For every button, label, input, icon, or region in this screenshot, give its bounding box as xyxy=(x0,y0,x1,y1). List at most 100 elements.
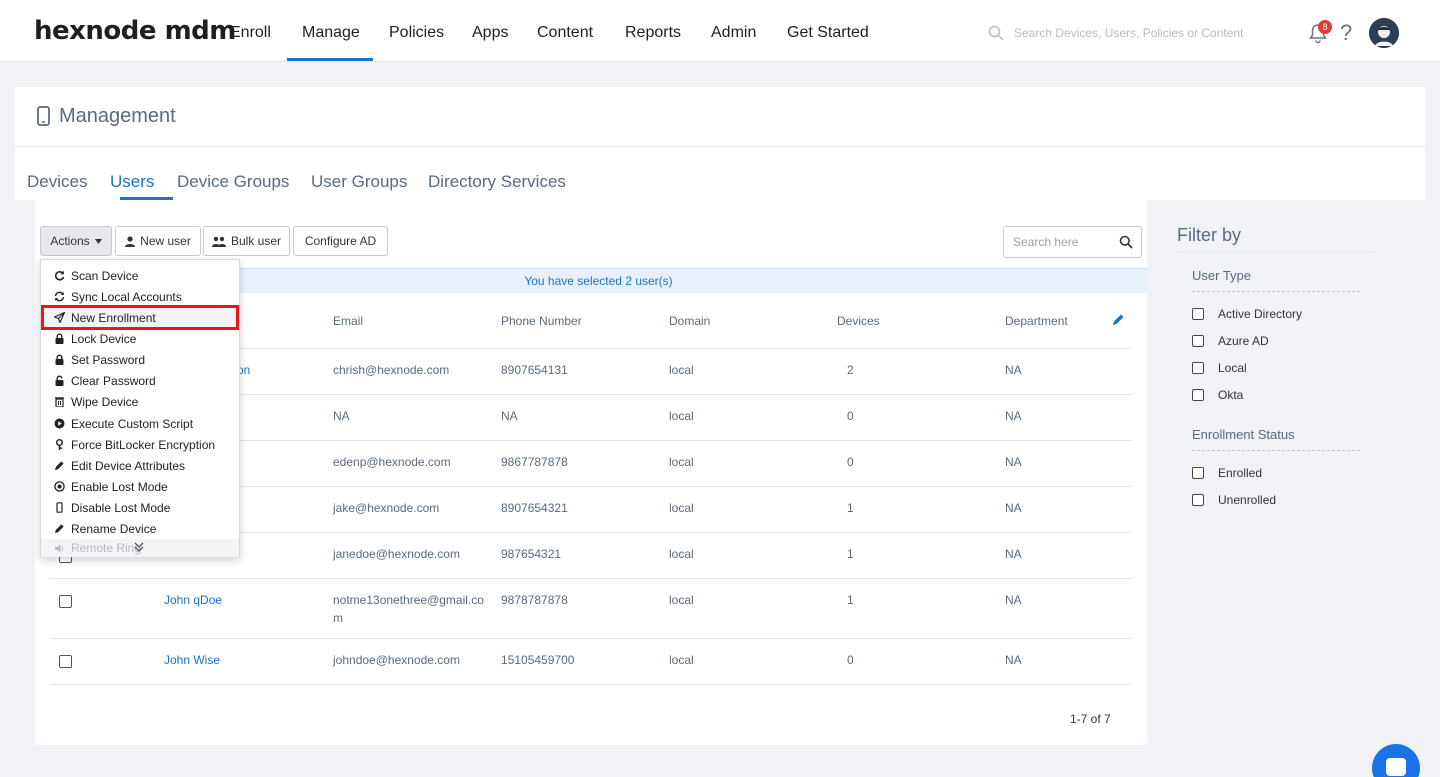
page-title: Management xyxy=(59,105,176,127)
row-checkbox[interactable] xyxy=(59,655,72,668)
filter-option-active-directory[interactable]: Active Directory xyxy=(1192,307,1302,321)
filter-option-label: Active Directory xyxy=(1218,307,1303,321)
nav-admin[interactable]: Admin xyxy=(711,24,756,42)
tab-user-groups[interactable]: User Groups xyxy=(311,172,407,192)
phone-cell: 15105459700 xyxy=(501,653,575,667)
users-icon xyxy=(211,236,226,247)
domain-cell: local xyxy=(669,363,694,377)
devices-cell[interactable]: 1 xyxy=(847,499,854,517)
devices-cell[interactable]: 0 xyxy=(847,651,854,669)
column-header-domain[interactable]: Domain xyxy=(669,314,710,328)
avatar[interactable] xyxy=(1369,18,1399,48)
filter-option-unenrolled[interactable]: Unenrolled xyxy=(1192,493,1276,507)
domain-cell: local xyxy=(669,409,694,423)
pencil-icon[interactable] xyxy=(1111,313,1125,327)
menu-item-label: Clear Password xyxy=(71,373,156,388)
tab-users[interactable]: Users xyxy=(110,172,154,192)
tab-device-groups[interactable]: Device Groups xyxy=(177,172,289,192)
menu-item-lock-device[interactable]: Lock Device xyxy=(41,328,239,349)
email-cell: notme13onethree@gmail.com xyxy=(333,593,484,625)
caret-down-icon xyxy=(94,238,102,244)
user-name-link[interactable]: John Wise xyxy=(164,651,220,669)
email-cell: jake@hexnode.com xyxy=(333,501,440,515)
devices-cell[interactable]: 1 xyxy=(847,545,854,563)
menu-item-label: Force BitLocker Encryption xyxy=(71,437,216,452)
filter-checkbox[interactable] xyxy=(1192,389,1204,401)
trash-icon xyxy=(55,397,64,407)
filter-checkbox[interactable] xyxy=(1192,467,1204,479)
devices-cell[interactable]: 1 xyxy=(847,591,854,609)
nav-active-indicator xyxy=(287,58,373,61)
phone-cell: 8907654321 xyxy=(501,501,568,515)
configure-ad-button[interactable]: Configure AD xyxy=(293,226,388,256)
mobile-icon xyxy=(37,106,50,126)
tab-directory-services[interactable]: Directory Services xyxy=(428,172,566,192)
menu-item-execute-custom-script[interactable]: Execute Custom Script xyxy=(41,413,239,434)
play-icon xyxy=(54,418,65,429)
menu-item-edit-device-attributes[interactable]: Edit Device Attributes xyxy=(41,455,239,476)
filter-user-type-heading: User Type xyxy=(1192,268,1252,283)
menu-item-label: Wipe Device xyxy=(71,394,139,409)
menu-item-set-password[interactable]: Set Password xyxy=(41,349,239,370)
tab-devices[interactable]: Devices xyxy=(27,172,87,192)
phone-cell: 9867787878 xyxy=(501,455,568,469)
column-header-devices[interactable]: Devices xyxy=(837,314,880,328)
devices-cell[interactable]: 0 xyxy=(847,453,854,471)
row-divider xyxy=(50,684,1132,685)
filter-checkbox[interactable] xyxy=(1192,308,1204,320)
filter-dash-divider xyxy=(1192,450,1360,451)
nav-policies[interactable]: Policies xyxy=(389,24,444,42)
bulk-user-button[interactable]: Bulk user xyxy=(203,226,290,256)
row-checkbox[interactable] xyxy=(59,595,72,608)
column-header-phone[interactable]: Phone Number xyxy=(501,314,582,328)
global-search-input[interactable]: Search Devices, Users, Policies or Conte… xyxy=(1014,26,1243,40)
actions-button[interactable]: Actions xyxy=(40,226,112,256)
menu-item-wipe-device[interactable]: Wipe Device xyxy=(41,391,239,412)
menu-item-force-bitlocker[interactable]: Force BitLocker Encryption xyxy=(41,434,239,455)
menu-item-disable-lost-mode[interactable]: Disable Lost Mode xyxy=(41,497,239,518)
email-cell: janedoe@hexnode.com xyxy=(333,547,460,561)
filter-checkbox[interactable] xyxy=(1192,494,1204,506)
filter-checkbox[interactable] xyxy=(1192,362,1204,374)
new-user-button-label: New user xyxy=(140,234,191,248)
menu-item-label: Execute Custom Script xyxy=(71,416,194,431)
nav-content[interactable]: Content xyxy=(537,24,593,42)
filter-option-local[interactable]: Local xyxy=(1192,361,1247,375)
menu-item-scan-device[interactable]: Scan Device xyxy=(41,265,239,286)
department-cell: NA xyxy=(1005,455,1022,469)
double-chevron-down-icon[interactable] xyxy=(133,541,145,553)
menu-item-rename-device[interactable]: Rename Device xyxy=(41,518,239,539)
top-navbar: hexnode mdm Enroll Manage Policies Apps … xyxy=(0,0,1440,62)
devices-cell[interactable]: 2 xyxy=(847,361,854,379)
nav-manage[interactable]: Manage xyxy=(302,24,360,42)
email-cell: NA xyxy=(333,409,350,423)
filter-option-okta[interactable]: Okta xyxy=(1192,388,1243,402)
menu-item-enable-lost-mode[interactable]: Enable Lost Mode xyxy=(41,476,239,497)
help-icon[interactable]: ? xyxy=(1340,20,1352,46)
filter-checkbox[interactable] xyxy=(1192,335,1204,347)
configure-ad-button-label: Configure AD xyxy=(304,234,377,248)
nav-get-started[interactable]: Get Started xyxy=(787,24,869,42)
chat-launcher-button[interactable] xyxy=(1372,744,1420,777)
phone-cell: NA xyxy=(501,409,518,423)
filter-option-azure-ad[interactable]: Azure AD xyxy=(1192,334,1269,348)
menu-item-clear-password[interactable]: Clear Password xyxy=(41,370,239,391)
user-search-input[interactable] xyxy=(1013,235,1113,249)
nav-reports[interactable]: Reports xyxy=(625,24,681,42)
search-icon[interactable] xyxy=(1119,235,1133,249)
user-icon xyxy=(125,235,136,247)
filter-option-label: Okta xyxy=(1218,388,1244,402)
devices-cell[interactable]: 0 xyxy=(847,407,854,425)
filter-option-enrolled[interactable]: Enrolled xyxy=(1192,466,1262,480)
logo[interactable]: hexnode mdm xyxy=(34,16,236,46)
menu-item-sync-local-accounts[interactable]: Sync Local Accounts xyxy=(41,286,239,307)
new-user-button[interactable]: New user xyxy=(115,226,201,256)
refresh-icon xyxy=(54,270,65,281)
user-name-link[interactable]: John qDoe xyxy=(164,591,222,609)
column-header-department[interactable]: Department xyxy=(1005,314,1068,328)
menu-item-new-enrollment[interactable]: New Enrollment xyxy=(41,305,239,330)
nav-enroll[interactable]: Enroll xyxy=(230,24,271,42)
nav-apps[interactable]: Apps xyxy=(472,24,508,42)
filter-option-label: Azure AD xyxy=(1218,334,1269,348)
column-header-email[interactable]: Email xyxy=(333,314,363,328)
